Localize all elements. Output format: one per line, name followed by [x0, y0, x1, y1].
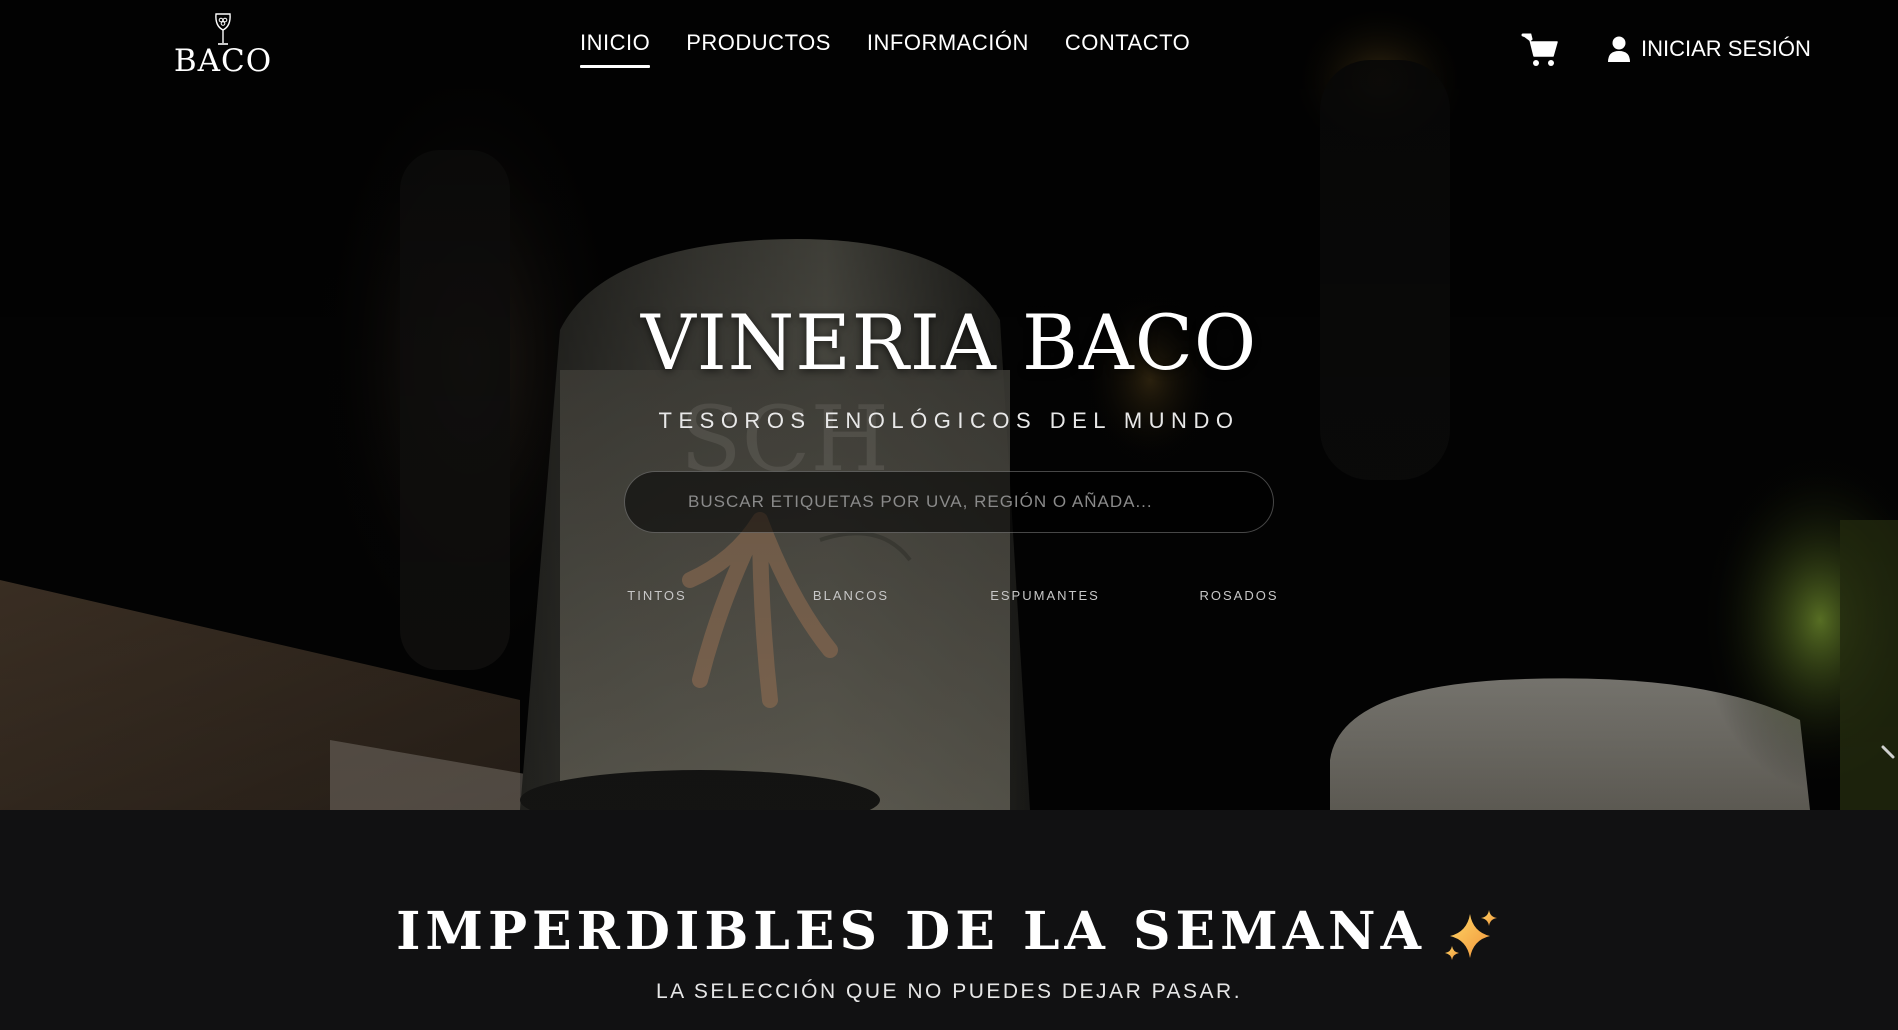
search-bar: [624, 471, 1274, 533]
sparkles-icon: [1444, 909, 1497, 960]
brand-logo[interactable]: BACO: [168, 12, 278, 82]
nav-link-inicio[interactable]: INICIO: [580, 30, 651, 68]
user-icon: [1608, 36, 1630, 62]
cart-button[interactable]: [1520, 30, 1560, 70]
main-nav: INICIO PRODUCTOS INFORMACIÓN CONTACTO: [580, 30, 1190, 68]
hero-overlay: [0, 0, 1898, 810]
hero-section: SCH BACO INICIO PROD: [0, 0, 1898, 810]
weekly-subtitle: LA SELECCIÓN QUE NO PUEDES DEJAR PASAR.: [655, 980, 1243, 1003]
nav-link-informacion[interactable]: INFORMACIÓN: [867, 30, 1029, 68]
category-tintos[interactable]: TINTOS: [627, 588, 686, 603]
chevron-right-icon[interactable]: [1881, 745, 1898, 765]
category-rosados[interactable]: ROSADOS: [1199, 588, 1278, 603]
weekly-title-text: IMPERDIBLES DE LA SEMANA: [396, 901, 1426, 962]
login-button[interactable]: INICIAR SESIÓN: [1607, 35, 1811, 63]
nav-link-productos[interactable]: PRODUCTOS: [686, 30, 831, 68]
weekly-picks-section: IMPERDIBLES DE LA SEMANA LA SELECCIÓN QU…: [0, 810, 1898, 1030]
nav-link-contacto[interactable]: CONTACTO: [1065, 30, 1190, 68]
login-label: INICIAR SESIÓN: [1641, 36, 1811, 61]
shopping-cart-icon: [1521, 33, 1558, 66]
category-espumantes[interactable]: ESPUMANTES: [990, 588, 1100, 603]
category-blancos[interactable]: BLANCOS: [813, 588, 889, 603]
hero-title: VINERIA BACO: [640, 298, 1258, 387]
category-links: TINTOS BLANCOS ESPUMANTES ROSADOS: [0, 588, 1898, 608]
top-navbar: BACO INICIO PRODUCTOS INFORMACIÓN CONTAC…: [0, 0, 1898, 100]
hero-subtitle: TESOROS ENOLÓGICOS DEL MUNDO: [658, 408, 1240, 433]
search-input[interactable]: [625, 472, 1273, 532]
weekly-title: IMPERDIBLES DE LA SEMANA: [0, 906, 1898, 964]
brand-logo-text: BACO: [173, 43, 273, 79]
